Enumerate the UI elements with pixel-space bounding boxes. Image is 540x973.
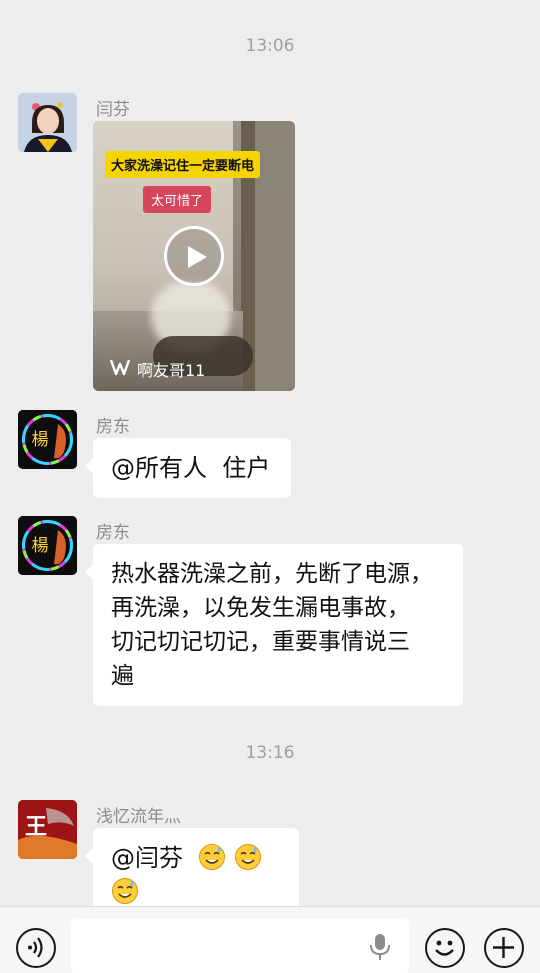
video-caption: 大家洗澡记住一定要断电: [105, 151, 261, 178]
voice-icon[interactable]: [16, 928, 56, 968]
message-bubble[interactable]: @所有人 住户: [85, 438, 291, 498]
sender-name: 闫芬: [96, 100, 130, 120]
avatar[interactable]: 楊: [18, 516, 77, 575]
sender-name: 浅忆流年灬: [96, 807, 181, 827]
message-input[interactable]: [71, 919, 409, 973]
message-line: 遍: [111, 663, 134, 689]
sender-name: 房东: [96, 417, 130, 437]
play-icon[interactable]: [164, 226, 224, 286]
message-line: 再洗澡，以免发生漏电事故，: [111, 595, 410, 621]
kuaishou-logo-icon: [109, 358, 131, 380]
chat-history[interactable]: 13:06 闫芬 大家洗澡记住一定要断电 太可惜了 啊友哥11 楊 房东 @所有…: [0, 0, 540, 906]
message-bubble[interactable]: @闫芬: [85, 828, 299, 906]
message-text: @闫芬: [111, 844, 191, 872]
emoji-icon[interactable]: [425, 928, 465, 968]
message-bubble[interactable]: 热水器洗澡之前，先断了电源， 再洗澡，以免发生漏电事故， 切记切记切记，重要事情…: [85, 544, 463, 706]
input-bar: [0, 906, 540, 973]
svg-text:王: 王: [25, 814, 47, 840]
avatar[interactable]: 楊: [18, 410, 77, 469]
timestamp: 13:06: [245, 36, 295, 56]
svg-text:楊: 楊: [32, 430, 49, 450]
message-text: @所有人 住户: [111, 454, 271, 482]
timestamp: 13:16: [245, 743, 295, 763]
video-message[interactable]: 大家洗澡记住一定要断电 太可惜了 啊友哥11: [93, 121, 295, 391]
video-subcaption: 太可惜了: [143, 186, 212, 213]
message-line: 切记切记切记，重要事情说三: [111, 629, 410, 655]
avatar[interactable]: [18, 93, 77, 152]
video-source-name: 啊友哥11: [137, 361, 206, 380]
sweat-smile-emoji: [234, 844, 262, 872]
microphone-icon[interactable]: [369, 933, 391, 965]
plus-icon[interactable]: [484, 928, 524, 968]
message-line: 热水器洗澡之前，先断了电源，: [111, 561, 433, 587]
sweat-smile-emoji: [111, 878, 139, 906]
avatar[interactable]: 王: [18, 800, 77, 859]
video-source: 啊友哥11: [109, 357, 205, 381]
sender-name: 房东: [96, 523, 130, 543]
svg-text:楊: 楊: [32, 536, 49, 556]
sweat-smile-emoji: [198, 844, 234, 872]
